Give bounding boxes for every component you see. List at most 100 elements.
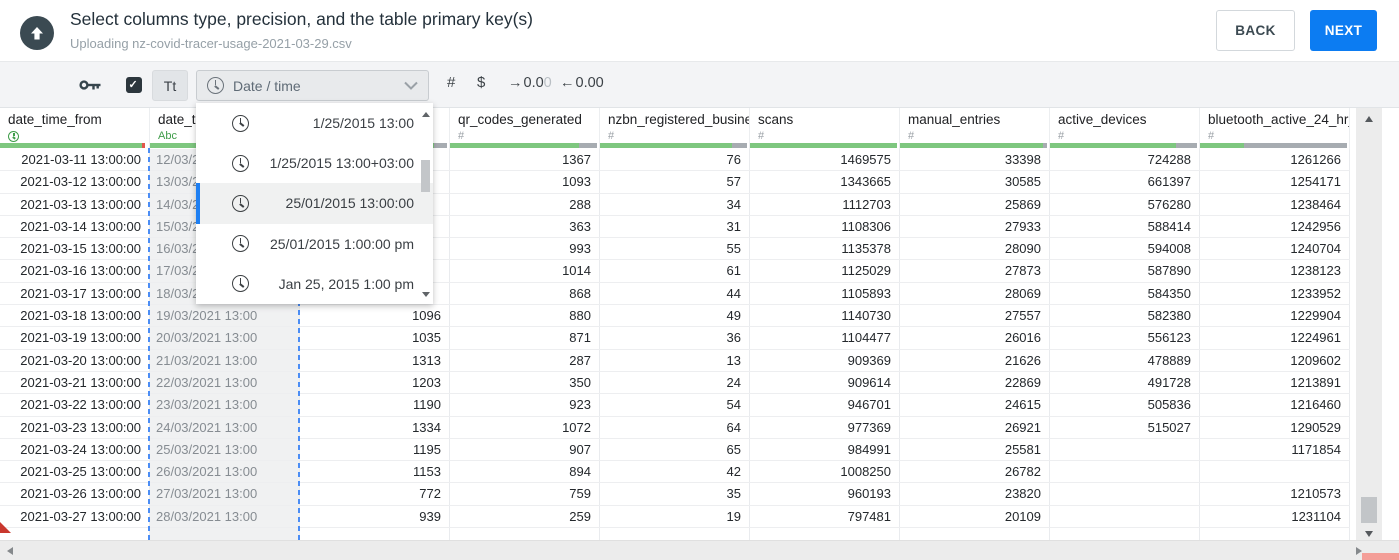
table-cell[interactable]: 1209602 [1200,349,1350,371]
table-cell[interactable]: 2021-03-25 13:00:00 [0,461,150,483]
vertical-scrollbar-thumb[interactable] [1361,497,1377,523]
table-cell[interactable]: 19 [600,505,750,528]
table-cell[interactable]: 984991 [750,438,900,461]
table-cell[interactable]: 1334 [300,416,450,438]
table-cell[interactable]: 977369 [750,416,900,438]
table-cell[interactable]: 1135378 [750,238,900,260]
scroll-up-button[interactable] [1365,116,1373,122]
table-cell[interactable]: 27/03/2021 13:00 [150,483,300,505]
table-cell[interactable]: 25581 [900,438,1050,461]
table-cell[interactable]: 1210573 [1200,483,1350,505]
table-cell[interactable]: 1224961 [1200,327,1350,349]
table-cell[interactable]: 478889 [1050,349,1200,371]
table-cell[interactable]: 1469575 [750,149,900,171]
table-cell[interactable]: 19/03/2021 13:00 [150,305,300,327]
table-cell[interactable]: 1035 [300,327,450,349]
table-cell[interactable]: 28/03/2021 13:00 [150,505,300,528]
next-button[interactable]: NEXT [1310,10,1377,51]
table-cell[interactable]: 21/03/2021 13:00 [150,349,300,371]
table-cell[interactable]: 20109 [900,505,1050,528]
table-cell[interactable]: 1240704 [1200,238,1350,260]
table-cell[interactable]: 13 [600,349,750,371]
table-cell[interactable]: 1313 [300,349,450,371]
table-cell[interactable]: 2021-03-13 13:00:00 [0,193,150,215]
table-cell[interactable]: 259 [450,505,600,528]
table-cell[interactable]: 584350 [1050,282,1200,305]
table-cell[interactable]: 26782 [900,461,1050,483]
table-cell[interactable]: 1014 [450,260,600,282]
table-cell[interactable]: 505836 [1050,394,1200,416]
table-cell[interactable]: 22869 [900,371,1050,394]
table-cell[interactable]: 1254171 [1200,171,1350,193]
table-cell[interactable]: 907 [450,438,600,461]
table-cell[interactable]: 44 [600,282,750,305]
table-cell[interactable]: 30585 [900,171,1050,193]
table-cell[interactable]: 1093 [450,171,600,193]
table-cell[interactable]: 20/03/2021 13:00 [150,327,300,349]
scroll-left-button[interactable] [7,547,13,555]
table-cell[interactable]: 24 [600,371,750,394]
table-cell[interactable]: 33398 [900,149,1050,171]
table-cell[interactable] [900,528,1050,540]
table-cell[interactable]: 960193 [750,483,900,505]
table-cell[interactable]: 880 [450,305,600,327]
table-cell[interactable]: 1242956 [1200,215,1350,238]
table-cell[interactable]: 1238464 [1200,193,1350,215]
dropdown-option[interactable]: 25/01/2015 1:00:00 pm [196,224,433,264]
table-cell[interactable]: 2021-03-22 13:00:00 [0,394,150,416]
table-cell[interactable]: 1290529 [1200,416,1350,438]
table-cell[interactable]: 42 [600,461,750,483]
table-cell[interactable]: 27933 [900,215,1050,238]
table-cell[interactable]: 76 [600,149,750,171]
horizontal-scrollbar-thumb[interactable] [1362,553,1399,560]
table-cell[interactable]: 55 [600,238,750,260]
table-cell[interactable]: 25869 [900,193,1050,215]
table-cell[interactable]: 1190 [300,394,450,416]
table-cell[interactable] [1200,528,1350,540]
table-cell[interactable] [300,528,450,540]
dropdown-option[interactable]: 1/25/2015 13:00+03:00 [196,143,433,183]
table-cell[interactable] [600,528,750,540]
table-cell[interactable]: 26016 [900,327,1050,349]
vertical-scrollbar[interactable] [1356,108,1382,545]
table-cell[interactable]: 894 [450,461,600,483]
table-cell[interactable]: 909614 [750,371,900,394]
table-cell[interactable]: 661397 [1050,171,1200,193]
menu-scrollbar[interactable] [419,103,432,304]
column-header[interactable]: manual_entries # [900,108,1050,149]
table-cell[interactable]: 939 [300,505,450,528]
table-cell[interactable]: 2021-03-16 13:00:00 [0,260,150,282]
column-header[interactable]: active_devices # [1050,108,1200,149]
table-cell[interactable]: 28069 [900,282,1050,305]
table-cell[interactable]: 759 [450,483,600,505]
table-cell[interactable]: 2021-03-11 13:00:00 [0,149,150,171]
table-cell[interactable] [0,528,150,540]
table-cell[interactable]: 594008 [1050,238,1200,260]
table-cell[interactable]: 871 [450,327,600,349]
table-cell[interactable]: 54 [600,394,750,416]
table-cell[interactable]: 1195 [300,438,450,461]
table-cell[interactable]: 1125029 [750,260,900,282]
table-cell[interactable]: 288 [450,193,600,215]
table-cell[interactable]: 2021-03-19 13:00:00 [0,327,150,349]
table-cell[interactable]: 2021-03-21 13:00:00 [0,371,150,394]
table-cell[interactable] [150,528,300,540]
table-cell[interactable]: 797481 [750,505,900,528]
table-cell[interactable]: 2021-03-14 13:00:00 [0,215,150,238]
column-header[interactable]: qr_codes_generated # [450,108,600,149]
table-cell[interactable] [1050,461,1200,483]
currency-type-button[interactable]: $ [477,74,485,91]
column-header[interactable]: date_time_from [0,108,150,149]
table-cell[interactable]: 491728 [1050,371,1200,394]
back-button[interactable]: BACK [1216,10,1295,51]
dropdown-option[interactable]: 25/01/2015 13:00:00 [196,183,433,224]
table-cell[interactable]: 64 [600,416,750,438]
table-cell[interactable]: 587890 [1050,260,1200,282]
table-cell[interactable]: 2021-03-23 13:00:00 [0,416,150,438]
dropdown-option[interactable]: 1/25/2015 13:00 [196,103,433,143]
table-cell[interactable]: 36 [600,327,750,349]
table-cell[interactable]: 31 [600,215,750,238]
table-cell[interactable]: 363 [450,215,600,238]
table-cell[interactable]: 923 [450,394,600,416]
text-type-button[interactable]: Tt [152,70,188,101]
